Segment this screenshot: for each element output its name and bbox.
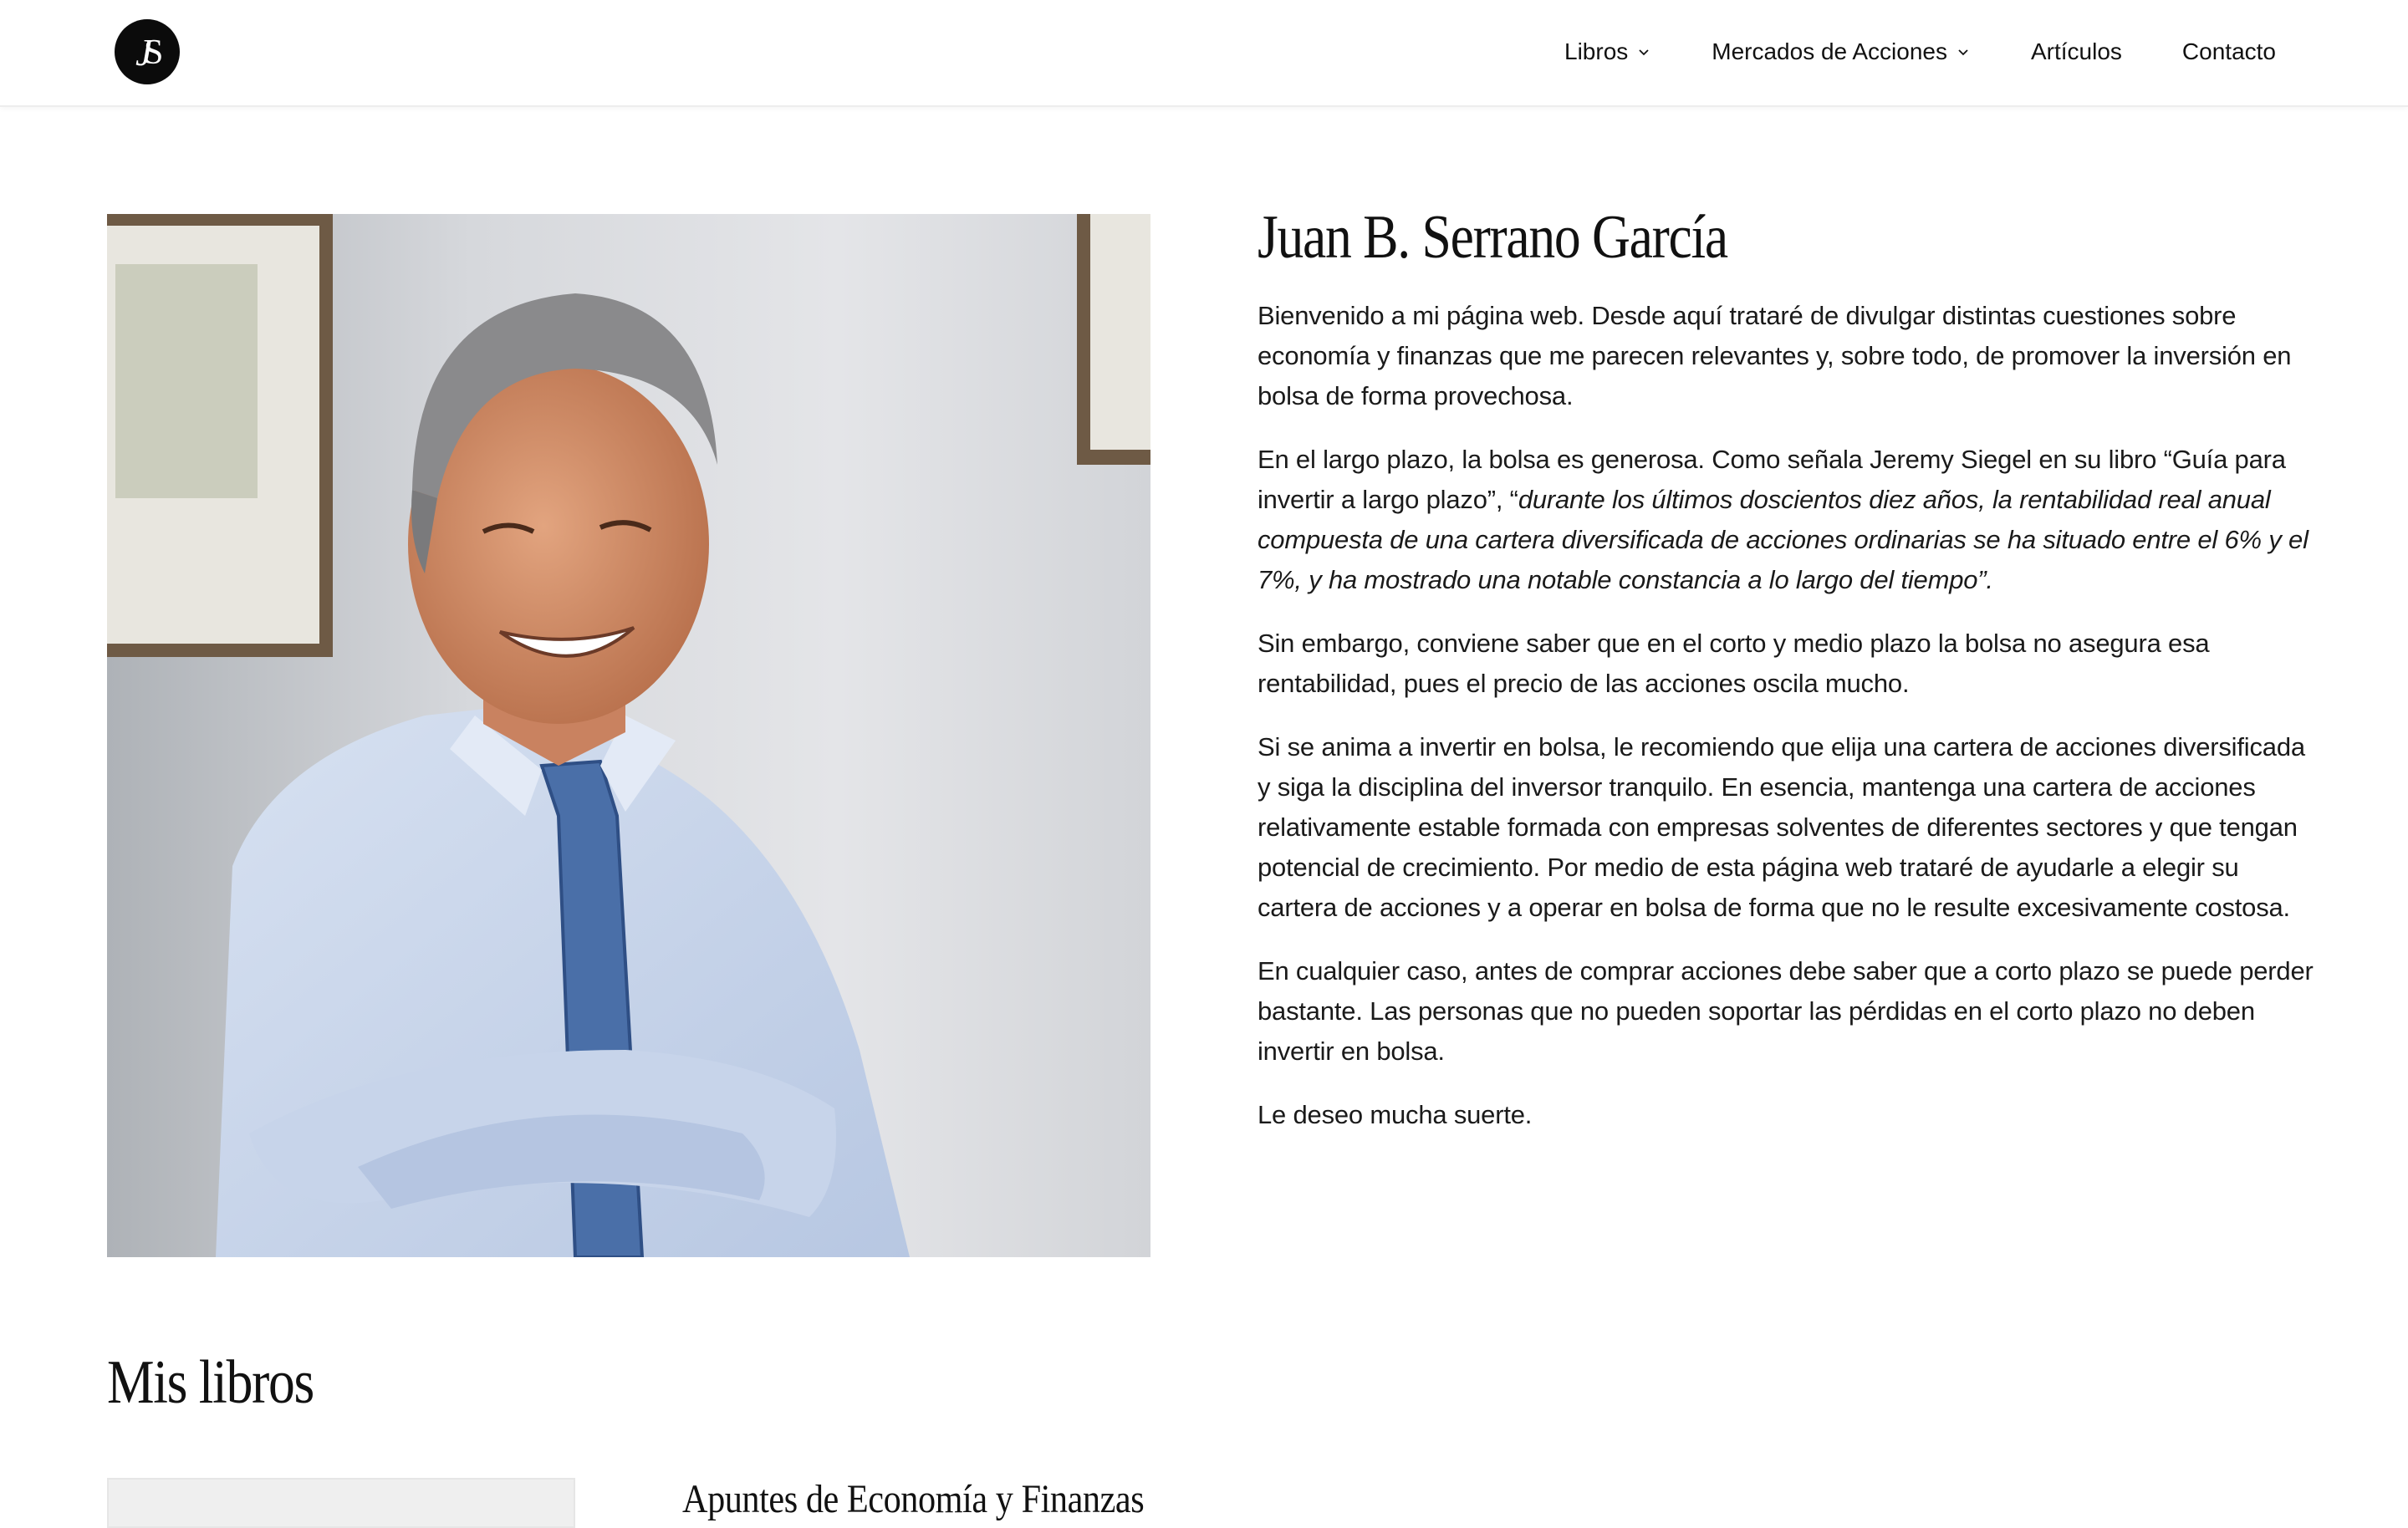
chevron-down-icon <box>1958 49 1968 56</box>
nav-label: Mercados de Acciones <box>1712 38 1947 64</box>
chevron-down-icon <box>1639 49 1649 56</box>
site-logo[interactable]: J S <box>114 18 181 85</box>
svg-text:S: S <box>144 33 163 72</box>
bio-paragraph-6: Le deseo mucha suerte. <box>1258 1100 1533 1129</box>
nav-item-mercados[interactable]: Mercados de Acciones <box>1712 38 1971 65</box>
books-section-title: Mis libros <box>107 1348 314 1417</box>
bio-paragraph-5: En cualquier caso, antes de comprar acci… <box>1258 956 2314 1066</box>
nav-item-contacto[interactable]: Contacto <box>2182 38 2276 65</box>
bio-paragraph-4: Si se anima a invertir en bolsa, le reco… <box>1258 732 2305 922</box>
nav-item-articulos[interactable]: Artículos <box>2031 38 2122 65</box>
author-photo <box>107 214 1150 1257</box>
bio-paragraph-3: Sin embargo, conviene saber que en el co… <box>1258 629 2210 698</box>
bio-paragraph-2: En el largo plazo, la bolsa es generosa.… <box>1258 440 2319 600</box>
author-portrait <box>107 214 1150 1257</box>
book-title-link[interactable]: Apuntes de Economía y Finanzas <box>682 1475 1145 1525</box>
js-monogram-icon: J S <box>115 19 180 84</box>
site-header: J S Libros Mercados de Acciones Artículo… <box>0 0 2408 107</box>
nav-label: Artículos <box>2030 38 2122 64</box>
bio-paragraph-1: Bienvenido a mi página web. Desde aquí t… <box>1258 301 2292 410</box>
main-nav: Libros Mercados de Acciones Artículos Co… <box>1564 0 2276 104</box>
bio-section: Juan B. Serrano García Bienvenido a mi p… <box>1258 201 2319 1159</box>
nav-label: Contacto <box>2181 38 2276 64</box>
nav-label: Libros <box>1564 38 1629 64</box>
nav-item-libros[interactable]: Libros <box>1564 38 1651 65</box>
page-title: Juan B. Serrano García <box>1258 203 1728 272</box>
book-cover[interactable] <box>107 1478 575 1528</box>
